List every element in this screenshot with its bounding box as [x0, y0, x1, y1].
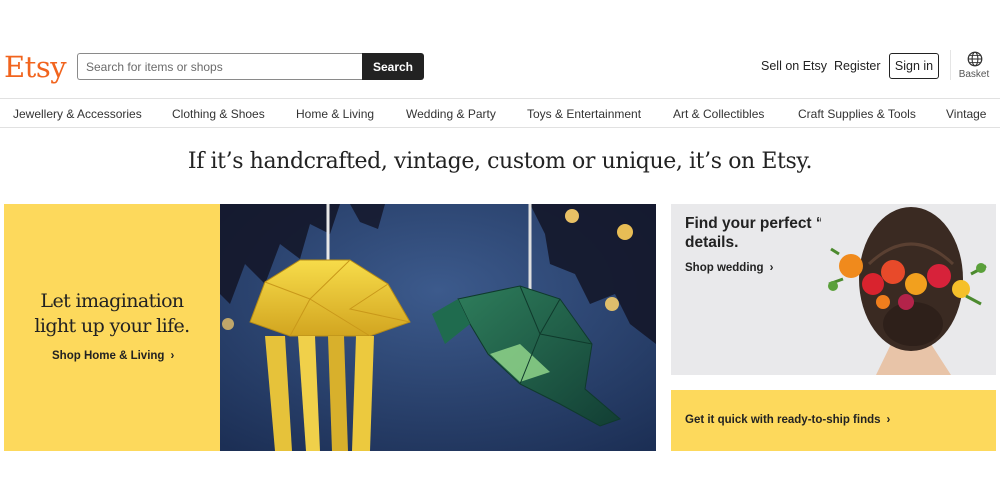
category-craft-supplies[interactable]: Craft Supplies & Tools — [798, 107, 916, 121]
ready-to-ship-link[interactable]: Get it quick with ready-to-ship finds › — [685, 414, 890, 426]
ready-to-ship-card[interactable]: Get it quick with ready-to-ship finds › — [671, 390, 996, 451]
etsy-logo[interactable]: Etsy — [4, 50, 67, 84]
shop-home-living-link[interactable]: Shop Home & Living › — [52, 350, 174, 362]
search-input[interactable] — [77, 53, 363, 80]
shop-wedding-link[interactable]: Shop wedding › — [685, 262, 773, 274]
hero-text-panel: Let imagination light up your life. Shop… — [4, 204, 220, 451]
category-home-living[interactable]: Home & Living — [296, 107, 374, 121]
category-wedding-party[interactable]: Wedding & Party — [406, 107, 496, 121]
category-vintage[interactable]: Vintage — [946, 107, 986, 121]
chevron-right-icon: › — [769, 262, 774, 274]
search-button[interactable]: Search — [362, 53, 424, 80]
category-nav: Jewellery & Accessories Clothing & Shoes… — [0, 98, 1000, 128]
ready-to-ship-label: Get it quick with ready-to-ship finds — [685, 414, 881, 426]
tagline: If it’s handcrafted, vintage, custom or … — [187, 149, 813, 174]
globe-basket-icon — [967, 51, 983, 67]
chevron-right-icon: › — [170, 350, 175, 362]
hero-heading-line1: Let imagination — [40, 290, 184, 312]
sell-on-etsy-link[interactable]: Sell on Etsy — [761, 59, 827, 73]
bridal-hair-flowers-image — [821, 204, 996, 375]
category-toys[interactable]: Toys & Entertainment — [527, 107, 641, 121]
hero-heading-line2: light up your life. — [34, 315, 190, 337]
shop-wedding-label: Shop wedding — [685, 262, 764, 274]
site-header: Etsy Search Sell on Etsy Register Sign i… — [0, 44, 1000, 90]
hero-banner[interactable]: Let imagination light up your life. Shop… — [4, 204, 656, 451]
register-link[interactable]: Register — [834, 59, 881, 73]
sign-in-button[interactable]: Sign in — [889, 53, 939, 79]
hero-lamps-image — [220, 204, 656, 451]
basket-button[interactable]: Basket — [955, 50, 995, 84]
chevron-right-icon: › — [886, 414, 891, 426]
header-divider — [950, 50, 951, 80]
hero-heading: Let imagination light up your life. — [4, 289, 220, 339]
category-jewellery[interactable]: Jewellery & Accessories — [13, 107, 142, 121]
search-bar: Search — [77, 53, 424, 80]
shop-home-living-label: Shop Home & Living — [52, 350, 165, 362]
category-art[interactable]: Art & Collectibles — [673, 107, 764, 121]
category-clothing[interactable]: Clothing & Shoes — [172, 107, 265, 121]
wedding-card[interactable]: Find your perfect “I do” details. Shop w… — [671, 204, 996, 375]
basket-label: Basket — [958, 69, 990, 80]
